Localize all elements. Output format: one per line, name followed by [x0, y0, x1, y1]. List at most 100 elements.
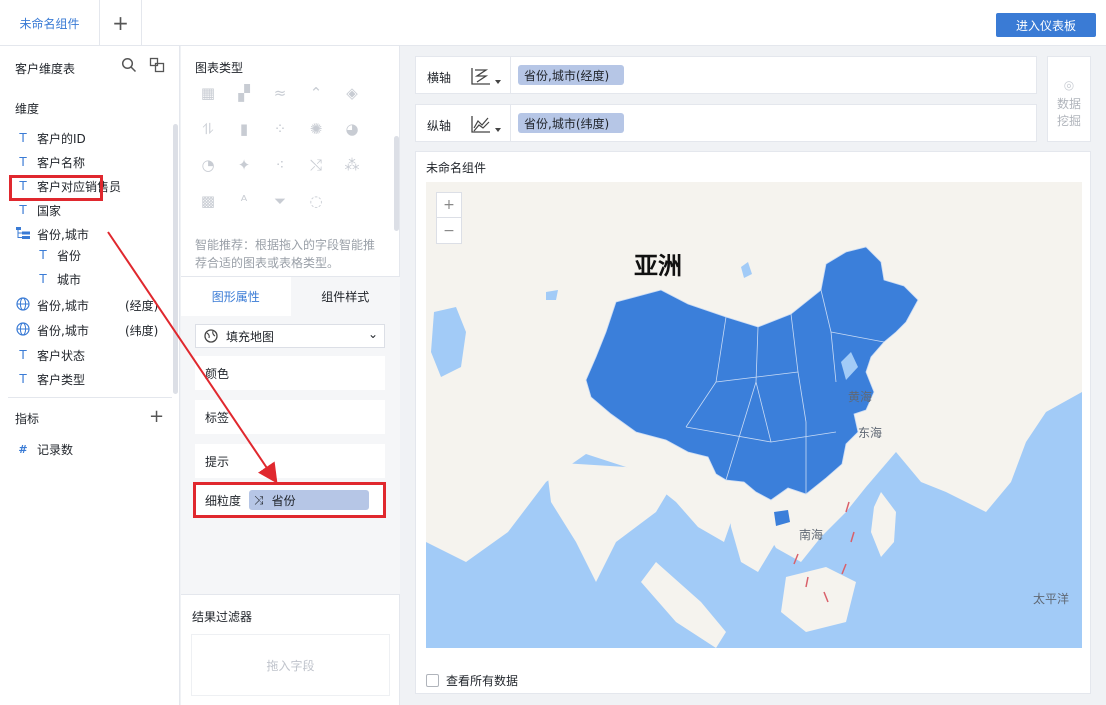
axis-config-icon[interactable]	[469, 113, 501, 135]
x-axis-row: 横轴 省份,城市(经度)	[415, 56, 1037, 94]
data-mining-button[interactable]: ◎ 数据 挖掘	[1047, 56, 1091, 142]
y-axis-field-pill[interactable]: 省份,城市(纬度)	[518, 113, 624, 133]
map-type-select[interactable]: 填充地图 ⌄	[195, 324, 385, 348]
result-filter-dropzone[interactable]: 拖入字段	[191, 634, 390, 696]
field-label: 省份,城市	[37, 298, 89, 313]
treemap-icon[interactable]: ▩	[197, 190, 219, 212]
philippines	[871, 492, 896, 557]
funnel-icon[interactable]: ⏷	[269, 190, 291, 212]
dimension-field[interactable]: T 客户名称	[15, 151, 85, 173]
hierarchy-field[interactable]: 省份,城市	[15, 223, 89, 245]
view-all-label: 查看所有数据	[446, 674, 519, 688]
divider	[8, 397, 172, 398]
cross-table-icon[interactable]: ▞	[233, 82, 255, 104]
sumatra	[641, 562, 726, 648]
field-label: 国家	[37, 203, 62, 218]
text-type-icon: T	[19, 155, 27, 169]
field-label: 记录数	[37, 442, 74, 457]
dimension-field[interactable]: T 国家	[15, 199, 61, 221]
continent-label: 亚洲	[634, 252, 682, 280]
axis-config-icon[interactable]	[469, 65, 501, 87]
field-label: 城市	[57, 272, 82, 287]
tab-component-style[interactable]: 组件样式	[290, 277, 400, 316]
property-label: 标签	[205, 410, 230, 425]
chart-type-scrollbar[interactable]	[394, 136, 399, 231]
dataset-panel: 客户维度表 维度 T 客户的ID T 客户名称 T 客户对应销售员 T 国家 省…	[0, 46, 180, 705]
geo-field-latitude[interactable]: 省份,城市 (纬度)	[15, 319, 175, 341]
granularity-label: 细粒度	[205, 493, 242, 508]
field-label: 省份,城市	[37, 227, 89, 242]
tooltip-property[interactable]: 提示	[195, 444, 385, 478]
dimension-field[interactable]: T 客户的ID	[15, 127, 86, 149]
point-map-icon[interactable]: ⁖	[269, 154, 291, 176]
field-suffix: (经度)	[125, 298, 159, 313]
color-property[interactable]: 颜色	[195, 356, 385, 390]
pie-chart-icon[interactable]: ◕	[341, 118, 363, 140]
field-label: 客户的ID	[37, 131, 86, 146]
view-all-data-toggle[interactable]: 查看所有数据	[426, 672, 518, 689]
field-label: 省份	[57, 248, 82, 263]
x-axis-label: 横轴	[427, 71, 452, 85]
property-area: 填充地图 ⌄ 颜色 标签 提示 细粒度 ⤨ 省份	[181, 316, 400, 594]
gauge-icon[interactable]: ◌	[305, 190, 327, 212]
shuffle-icon: ⤨	[254, 492, 264, 507]
area-line-icon[interactable]: ⌃	[305, 82, 327, 104]
scatter-icon[interactable]: ⁘	[269, 118, 291, 140]
filled-map[interactable]: + − 亚洲 黄海 东海 南海 太平洋	[426, 182, 1082, 648]
metric-field[interactable]: # 记录数	[15, 438, 73, 460]
hierarchy-child-field[interactable]: T 省份	[35, 244, 81, 266]
property-tabs: 图形属性 组件样式	[181, 276, 400, 316]
data-mining-label-2: 挖掘	[1056, 114, 1081, 128]
india-subcontinent	[546, 462, 671, 582]
rose-chart-icon[interactable]: ◔	[197, 154, 219, 176]
bar-chart-icon[interactable]: ▮	[233, 118, 255, 140]
trend-icon[interactable]: ⥮	[197, 118, 219, 140]
data-mining-icon: ◎	[1063, 78, 1075, 92]
add-metric-icon[interactable]: +	[149, 406, 164, 427]
property-label: 提示	[205, 454, 230, 469]
switch-dataset-icon[interactable]	[149, 57, 165, 73]
text-type-icon: T	[19, 348, 27, 362]
enter-dashboard-button[interactable]: 进入仪表板	[996, 13, 1096, 37]
zoom-out-button[interactable]: −	[437, 218, 461, 243]
field-label: 省份,城市	[37, 323, 89, 338]
add-tab-button[interactable]: +	[100, 0, 142, 46]
zoom-in-button[interactable]: +	[437, 193, 461, 218]
word-cloud-icon[interactable]: ᴬ	[233, 190, 255, 212]
dimension-field[interactable]: T 客户类型	[15, 368, 85, 390]
divider	[181, 594, 400, 595]
chevron-down-icon: ⌄	[367, 327, 378, 341]
smart-recommend-text: 智能推荐：根据拖入的字段智能推荐合适的图表或表格类型。	[195, 238, 376, 270]
y-axis-row: 纵轴 省份,城市(纬度)	[415, 104, 1037, 142]
grouped-table-icon[interactable]: ▦	[197, 82, 219, 104]
dimension-scrollbar[interactable]	[173, 124, 178, 394]
view-all-checkbox[interactable]	[426, 674, 439, 687]
tab-graphic-properties[interactable]: 图形属性	[181, 277, 291, 316]
map-canvas	[426, 182, 1082, 648]
tab-unnamed-component[interactable]: 未命名组件	[0, 0, 100, 46]
dimension-field[interactable]: T 客户状态	[15, 344, 85, 366]
data-mining-label-1: 数据	[1056, 97, 1081, 111]
flow-map-icon[interactable]: ⤭	[305, 154, 327, 176]
metric-section-title: 指标	[15, 412, 40, 426]
region-map-icon[interactable]: ✦	[233, 154, 255, 176]
radar-icon[interactable]: ◈	[341, 82, 363, 104]
label-property[interactable]: 标签	[195, 400, 385, 434]
line-chart-icon[interactable]: ≈	[269, 82, 291, 104]
bubble-icon[interactable]: ✺	[305, 118, 327, 140]
granularity-field-pill[interactable]: ⤨ 省份	[249, 490, 370, 510]
map-label-east-sea: 东海	[858, 426, 883, 440]
chart-title: 未命名组件	[426, 161, 487, 175]
map-label-yellow-sea: 黄海	[848, 390, 873, 404]
text-type-icon: T	[19, 131, 27, 145]
map-label-south-sea: 南海	[799, 528, 824, 542]
hierarchy-child-field[interactable]: T 城市	[35, 268, 81, 290]
heat-map-icon[interactable]: ⁂	[341, 154, 363, 176]
geo-field-longitude[interactable]: 省份,城市 (经度)	[15, 294, 175, 316]
field-label: 客户类型	[37, 372, 86, 387]
granularity-property[interactable]: 细粒度 ⤨ 省份	[193, 482, 386, 518]
dataset-title: 客户维度表	[15, 62, 76, 76]
x-axis-field-pill[interactable]: 省份,城市(经度)	[518, 65, 624, 85]
search-icon[interactable]	[121, 57, 137, 73]
chart-card: 未命名组件 + − 亚洲 黄海 东海 南海 太平洋 查看所有数据	[415, 151, 1091, 694]
